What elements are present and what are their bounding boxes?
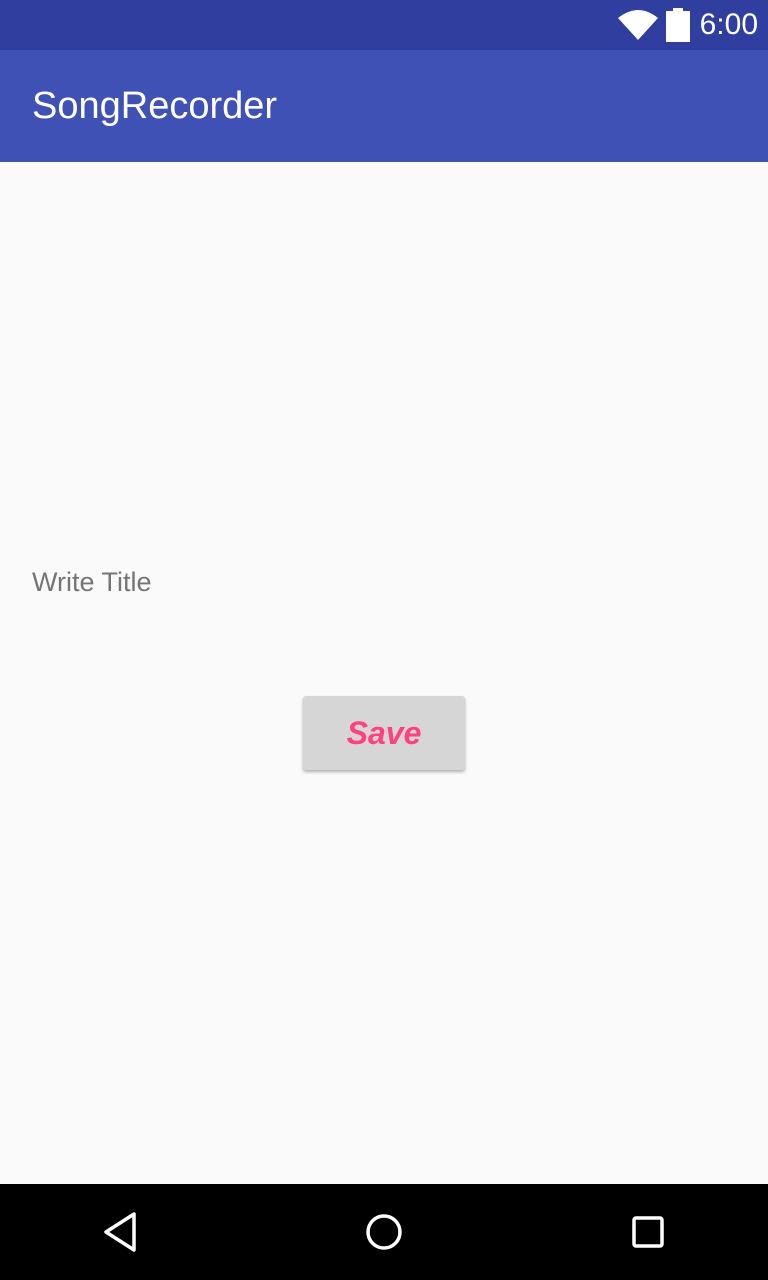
back-icon — [104, 1212, 136, 1252]
status-time: 6:00 — [699, 8, 758, 41]
title-input[interactable] — [32, 560, 452, 604]
battery-icon — [665, 8, 690, 42]
wifi-icon — [617, 10, 658, 40]
navigation-bar — [0, 1184, 768, 1280]
app-bar: SongRecorder — [0, 50, 768, 162]
home-icon — [366, 1214, 402, 1250]
back-button[interactable] — [72, 1184, 168, 1280]
status-icons: 6:00 — [617, 0, 758, 50]
recents-button[interactable] — [600, 1184, 696, 1280]
save-button[interactable]: Save — [303, 696, 465, 770]
recents-icon — [632, 1216, 664, 1248]
app-title: SongRecorder — [32, 85, 278, 127]
status-bar: 6:00 — [0, 0, 768, 50]
main-content: Save — [0, 162, 768, 1184]
home-button[interactable] — [336, 1184, 432, 1280]
